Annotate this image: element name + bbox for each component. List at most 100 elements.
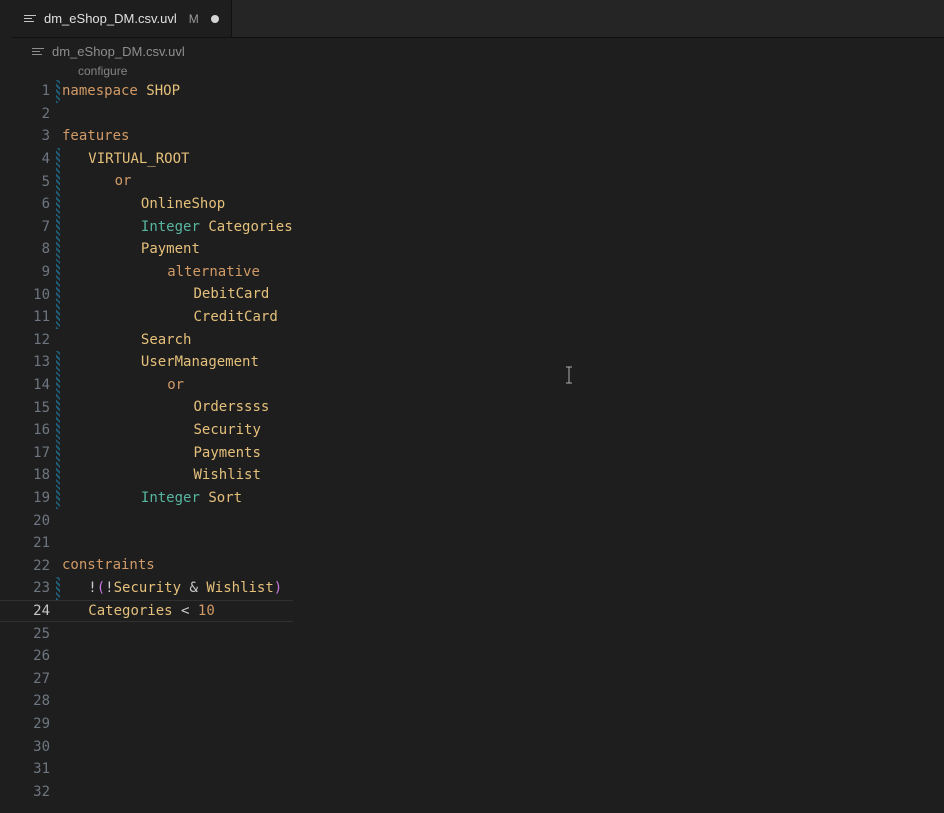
line-number: 14 bbox=[0, 377, 56, 393]
diff-gutter bbox=[56, 780, 60, 803]
diff-modified-icon bbox=[56, 351, 60, 374]
line-number: 2 bbox=[0, 106, 56, 122]
diff-modified-icon bbox=[56, 577, 60, 600]
diff-modified-icon bbox=[56, 170, 60, 193]
line-number: 11 bbox=[0, 309, 56, 325]
line-number: 24 bbox=[0, 603, 56, 619]
code-line[interactable]: 9 alternative bbox=[0, 261, 293, 284]
code-line[interactable]: 24 Categories < 10 bbox=[0, 600, 293, 623]
breadcrumb[interactable]: dm_eShop_DM.csv.uvl bbox=[0, 38, 944, 64]
code-line[interactable]: 13 UserManagement bbox=[0, 351, 293, 374]
line-number: 6 bbox=[0, 196, 56, 212]
diff-gutter bbox=[56, 690, 60, 713]
code-line[interactable]: 21 bbox=[0, 532, 293, 555]
code-line[interactable]: 27 bbox=[0, 667, 293, 690]
code-line[interactable]: 32 bbox=[0, 780, 293, 803]
code-line[interactable]: 1 namespace SHOP bbox=[0, 80, 293, 103]
line-number: 15 bbox=[0, 400, 56, 416]
diff-modified-icon bbox=[56, 487, 60, 510]
code-line[interactable]: 16 Security bbox=[0, 419, 293, 442]
code-line[interactable]: 23 !(!Security & Wishlist) bbox=[0, 577, 293, 600]
code-editor[interactable]: configure 1 namespace SHOP 2 3 features … bbox=[0, 64, 944, 803]
file-icon bbox=[24, 12, 38, 26]
line-number: 9 bbox=[0, 264, 56, 280]
code-line[interactable]: 26 bbox=[0, 645, 293, 668]
line-number: 7 bbox=[0, 219, 56, 235]
text-cursor-icon bbox=[564, 366, 565, 384]
diff-gutter bbox=[56, 600, 60, 623]
line-number: 27 bbox=[0, 671, 56, 687]
diff-gutter bbox=[56, 758, 60, 781]
diff-modified-icon bbox=[56, 261, 60, 284]
diff-modified-icon bbox=[56, 396, 60, 419]
codelens-configure[interactable]: configure bbox=[78, 64, 127, 78]
line-number: 8 bbox=[0, 241, 56, 257]
code-line[interactable]: 22 constraints bbox=[0, 554, 293, 577]
line-number: 28 bbox=[0, 693, 56, 709]
file-icon bbox=[32, 44, 46, 58]
tab-bar: dm_eShop_DM.csv.uvl M bbox=[12, 0, 944, 38]
diff-gutter bbox=[56, 103, 60, 126]
diff-gutter bbox=[56, 645, 60, 668]
code-line[interactable]: 6 OnlineShop bbox=[0, 193, 293, 216]
diff-modified-icon bbox=[56, 193, 60, 216]
code-line[interactable]: 29 bbox=[0, 713, 293, 736]
diff-modified-icon bbox=[56, 442, 60, 465]
code-line[interactable]: 20 bbox=[0, 509, 293, 532]
diff-gutter bbox=[56, 509, 60, 532]
code-line[interactable]: 15 Orderssss bbox=[0, 396, 293, 419]
line-number: 1 bbox=[0, 83, 56, 99]
line-number: 18 bbox=[0, 467, 56, 483]
code-line[interactable]: 25 bbox=[0, 622, 293, 645]
code-line[interactable]: 17 Payments bbox=[0, 442, 293, 465]
diff-modified-icon bbox=[56, 80, 60, 103]
code-line[interactable]: 28 bbox=[0, 690, 293, 713]
code-line[interactable]: 8 Payment bbox=[0, 238, 293, 261]
line-number: 20 bbox=[0, 513, 56, 529]
diff-modified-icon bbox=[56, 283, 60, 306]
diff-modified-icon bbox=[56, 374, 60, 397]
code-line[interactable]: 5 or bbox=[0, 170, 293, 193]
code-line[interactable]: 11 CreditCard bbox=[0, 306, 293, 329]
line-number: 3 bbox=[0, 128, 56, 144]
diff-gutter bbox=[56, 735, 60, 758]
diff-modified-icon bbox=[56, 216, 60, 239]
line-number: 30 bbox=[0, 739, 56, 755]
code-line[interactable]: 18 Wishlist bbox=[0, 464, 293, 487]
modified-badge: M bbox=[189, 12, 199, 26]
line-number: 29 bbox=[0, 716, 56, 732]
line-number: 22 bbox=[0, 558, 56, 574]
code-line[interactable]: 10 DebitCard bbox=[0, 283, 293, 306]
line-number: 25 bbox=[0, 626, 56, 642]
diff-gutter bbox=[56, 532, 60, 555]
diff-gutter bbox=[56, 329, 60, 352]
code-line[interactable]: 7 Integer Categories bbox=[0, 216, 293, 239]
unsaved-dot-icon bbox=[211, 15, 219, 23]
code-line[interactable]: 4 VIRTUAL_ROOT bbox=[0, 148, 293, 171]
line-number: 23 bbox=[0, 580, 56, 596]
code-line[interactable]: 2 bbox=[0, 103, 293, 126]
diff-gutter bbox=[56, 125, 60, 148]
line-number: 21 bbox=[0, 535, 56, 551]
diff-modified-icon bbox=[56, 306, 60, 329]
code-line[interactable]: 30 bbox=[0, 735, 293, 758]
line-number: 16 bbox=[0, 422, 56, 438]
code-line[interactable]: 14 or bbox=[0, 374, 293, 397]
line-number: 32 bbox=[0, 784, 56, 800]
line-number: 19 bbox=[0, 490, 56, 506]
code-line[interactable]: 31 bbox=[0, 758, 293, 781]
diff-gutter bbox=[56, 622, 60, 645]
line-number: 17 bbox=[0, 445, 56, 461]
line-number: 26 bbox=[0, 648, 56, 664]
diff-gutter bbox=[56, 554, 60, 577]
diff-gutter bbox=[56, 667, 60, 690]
code-line[interactable]: 3 features bbox=[0, 125, 293, 148]
code-line[interactable]: 19 Integer Sort bbox=[0, 487, 293, 510]
diff-modified-icon bbox=[56, 419, 60, 442]
diff-modified-icon bbox=[56, 464, 60, 487]
code-line[interactable]: 12 Search bbox=[0, 329, 293, 352]
line-number: 4 bbox=[0, 151, 56, 167]
file-tab[interactable]: dm_eShop_DM.csv.uvl M bbox=[12, 0, 232, 37]
breadcrumb-file: dm_eShop_DM.csv.uvl bbox=[52, 44, 185, 59]
diff-modified-icon bbox=[56, 148, 60, 171]
